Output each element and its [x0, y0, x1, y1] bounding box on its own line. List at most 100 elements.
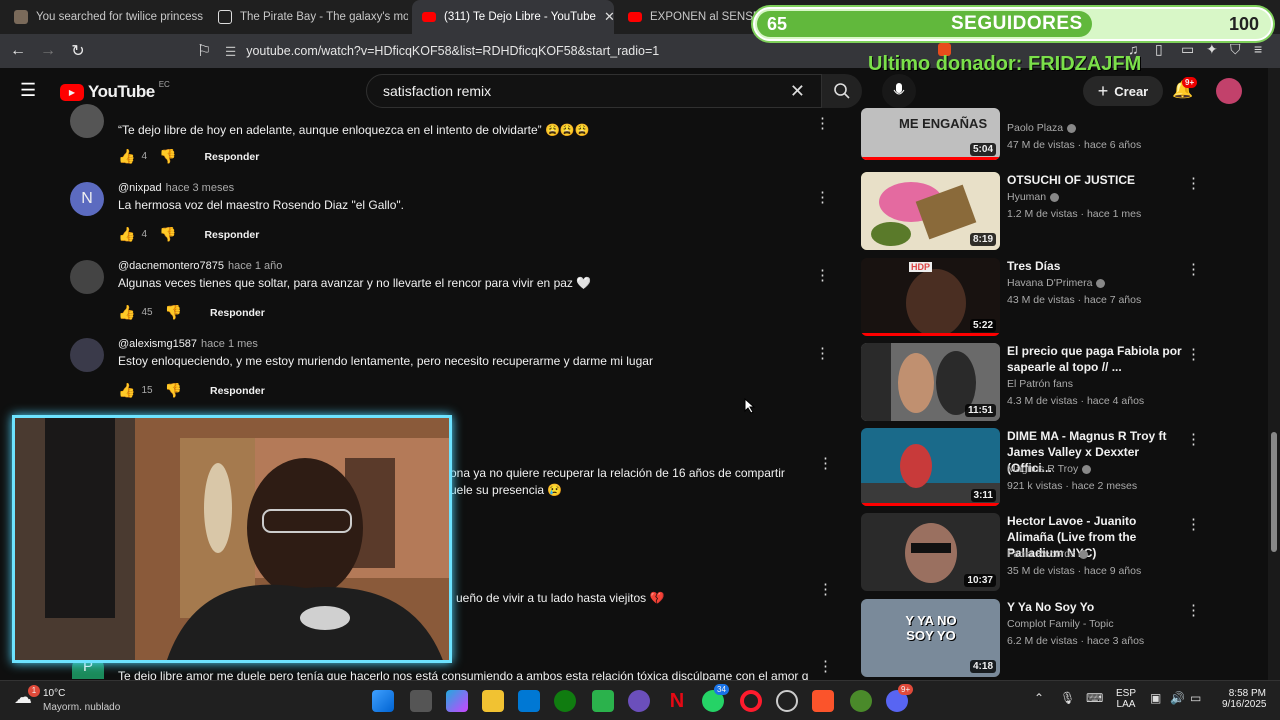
tab-piratebay[interactable]: The Pirate Bay - The galaxy's most re — [208, 0, 408, 34]
like-icon[interactable]: 👍 — [118, 382, 135, 399]
video-thumbnail[interactable]: Y YA NO SOY YO 4:18 — [861, 599, 1000, 677]
create-button[interactable]: + Crear — [1083, 76, 1163, 106]
recommended-video[interactable]: HDP 5:22 Tres Días Havana D'Primera 43 M… — [861, 258, 1221, 336]
dislike-icon[interactable]: 👎 — [165, 304, 182, 321]
app-icon[interactable] — [628, 690, 650, 712]
recommended-video[interactable]: 11:51 El precio que paga Fabiola por sap… — [861, 343, 1221, 421]
netflix-icon[interactable]: N — [666, 690, 688, 712]
video-channel[interactable]: Magnus R Troy — [1007, 463, 1092, 475]
video-thumbnail[interactable]: 10:37 — [861, 513, 1000, 591]
reply-button[interactable]: Responder — [204, 151, 259, 163]
more-options-icon[interactable]: ⋮ — [1186, 174, 1201, 192]
more-options-icon[interactable]: ⋮ — [815, 188, 830, 206]
dislike-icon[interactable]: 👎 — [159, 226, 176, 243]
keyboard-icon[interactable]: ⌨ — [1086, 691, 1103, 705]
battery-icon[interactable]: ▭ — [1190, 691, 1201, 705]
xbox-icon[interactable] — [554, 690, 576, 712]
like-icon[interactable]: 👍 — [118, 226, 135, 243]
video-thumbnail[interactable]: ME ENGAÑAS 5:04 — [861, 108, 1000, 160]
tab-sensei[interactable]: EXPONEN al SENSEI en D — [618, 0, 758, 34]
video-channel[interactable]: Paolo Plaza — [1007, 122, 1077, 134]
video-thumbnail[interactable]: 3:11 — [861, 428, 1000, 506]
more-options-icon[interactable]: ⋮ — [815, 114, 830, 132]
more-options-icon[interactable]: ⋮ — [818, 454, 833, 472]
recommended-video[interactable]: ME ENGAÑAS 5:04 Paolo Plaza 47 M de vist… — [861, 108, 1221, 162]
dislike-icon[interactable]: 👎 — [165, 382, 182, 399]
search-button[interactable] — [822, 74, 862, 108]
dislike-icon[interactable]: 👎 — [159, 148, 176, 165]
store-icon[interactable] — [518, 690, 540, 712]
more-options-icon[interactable]: ⋮ — [1186, 260, 1201, 278]
language-indicator[interactable]: ESP LAA — [1116, 688, 1136, 710]
more-options-icon[interactable]: ⋮ — [815, 266, 830, 284]
recommended-video[interactable]: 10:37 Hector Lavoe - Juanito Alimaña (Li… — [861, 513, 1221, 591]
voice-search-button[interactable] — [882, 74, 916, 108]
comment-author[interactable]: @nixpad hace 3 meses — [118, 182, 234, 194]
comment-avatar[interactable]: N — [70, 182, 104, 216]
recommended-video[interactable]: 8:19 OTSUCHI OF JUSTICE Hyuman 1.2 M de … — [861, 172, 1221, 250]
more-options-icon[interactable]: ⋮ — [818, 580, 833, 598]
search-input[interactable]: satisfaction remix ✕ — [366, 74, 822, 108]
close-tab-icon[interactable]: ✕ — [604, 9, 614, 25]
discord-icon[interactable]: 9+ — [886, 684, 914, 712]
video-channel[interactable]: Fania Records — [1007, 548, 1089, 560]
recommended-video[interactable]: Y YA NO SOY YO 4:18 Y Ya No Soy Yo Compl… — [861, 599, 1221, 677]
app-icon[interactable] — [592, 690, 614, 712]
forward-icon[interactable]: → — [36, 42, 60, 60]
vpn-icon[interactable]: ⛉ — [1230, 41, 1241, 58]
more-options-icon[interactable]: ⋮ — [1186, 345, 1201, 363]
avatar[interactable] — [1216, 78, 1242, 104]
youtube-logo[interactable]: ▶ YouTube EC — [60, 80, 170, 102]
reload-icon[interactable]: ↻ — [66, 41, 90, 61]
leo-icon[interactable]: ✦ — [1206, 41, 1218, 58]
video-thumbnail[interactable]: 8:19 — [861, 172, 1000, 250]
tab-search[interactable]: You searched for twilice princess - Fr — [4, 0, 204, 34]
wallet-icon[interactable]: ▭ — [1181, 41, 1194, 58]
scrollbar-thumb[interactable] — [1271, 432, 1277, 552]
comment-avatar[interactable] — [70, 104, 104, 138]
volume-icon[interactable]: 🔊 — [1170, 691, 1185, 705]
notifications-button[interactable]: 🔔 9+ — [1172, 77, 1198, 100]
more-options-icon[interactable]: ⋮ — [1186, 430, 1201, 448]
comment-author[interactable]: @alexismg1587 hace 1 mes — [118, 338, 258, 350]
video-thumbnail[interactable]: 11:51 — [861, 343, 1000, 421]
more-options-icon[interactable]: ⋮ — [815, 344, 830, 362]
network-icon[interactable]: ▣ — [1150, 691, 1161, 705]
video-channel[interactable]: El Patrón fans — [1007, 378, 1073, 390]
like-icon[interactable]: 👍 — [118, 304, 135, 321]
site-info-icon[interactable]: ☰ — [225, 44, 236, 59]
address-bar[interactable]: ☰ youtube.com/watch?v=HDficqKOF58&list=R… — [225, 38, 825, 64]
like-icon[interactable]: 👍 — [118, 148, 135, 165]
video-channel[interactable]: Havana D'Primera — [1007, 277, 1106, 289]
tray-chevron-icon[interactable]: ⌃ — [1034, 691, 1044, 705]
weather-widget[interactable]: ☁ 1 — [14, 685, 42, 715]
tab-youtube-active[interactable]: (311) Te Dejo Libre - YouTube ✕ — [412, 0, 614, 34]
comment-avatar[interactable] — [70, 338, 104, 372]
reply-button[interactable]: Responder — [210, 385, 265, 397]
copilot-icon[interactable] — [446, 690, 468, 712]
comment-avatar[interactable] — [70, 260, 104, 294]
more-options-icon[interactable]: ⋮ — [818, 657, 833, 675]
back-icon[interactable]: ← — [6, 42, 30, 60]
task-view-icon[interactable] — [410, 690, 432, 712]
sidebar-icon[interactable]: ▯ — [1155, 41, 1163, 58]
video-thumbnail[interactable]: HDP 5:22 — [861, 258, 1000, 336]
opera-icon[interactable] — [740, 690, 762, 712]
reply-button[interactable]: Responder — [210, 307, 265, 319]
hamburger-menu-icon[interactable]: ☰ — [20, 80, 36, 101]
clear-search-icon[interactable]: ✕ — [790, 81, 805, 102]
video-channel[interactable]: Hyuman — [1007, 191, 1060, 203]
page-scrollbar[interactable] — [1268, 68, 1280, 680]
bookmark-icon[interactable]: ⚐ — [192, 41, 216, 61]
whatsapp-icon[interactable]: 34 — [702, 684, 729, 712]
menu-icon[interactable]: ≡ — [1254, 41, 1262, 57]
mic-tray-icon[interactable]: 🎙 — [1060, 691, 1075, 705]
more-options-icon[interactable]: ⋮ — [1186, 515, 1201, 533]
reply-button[interactable]: Responder — [204, 229, 259, 241]
app-icon[interactable] — [850, 690, 872, 712]
file-explorer-icon[interactable] — [482, 690, 504, 712]
start-button-icon[interactable] — [372, 690, 394, 712]
app-icon[interactable] — [776, 690, 798, 712]
recommended-video[interactable]: 3:11 DIME MA - Magnus R Troy ft James Va… — [861, 428, 1221, 506]
brave-icon[interactable] — [812, 690, 834, 712]
